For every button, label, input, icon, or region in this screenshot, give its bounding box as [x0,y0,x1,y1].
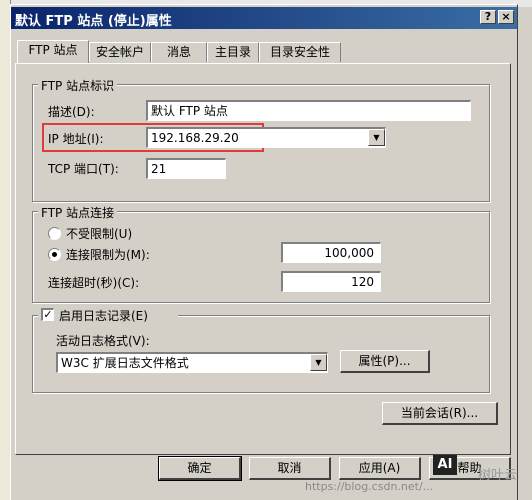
ip-address-label: IP 地址(I): [48,132,104,146]
tab-home-directory[interactable]: 主目录 [207,42,259,62]
connection-limit-input[interactable]: 100,000 [281,242,381,263]
logging-legend: ✓ 启用日志记录(E) [38,307,178,323]
limited-radio[interactable] [48,248,61,261]
unlimited-label[interactable]: 不受限制(U) [66,225,132,242]
description-input[interactable]: 默认 FTP 站点 [146,100,471,121]
title-bar[interactable]: 默认 FTP 站点 (停止)属性 ? × [11,7,517,29]
tab-security-accounts[interactable]: 安全帐户 [89,42,151,62]
apply-button[interactable]: 应用(A) [339,457,421,480]
help-title-button[interactable]: ? [480,10,496,24]
site-connection-legend: FTP 站点连接 [38,204,118,221]
cancel-button[interactable]: 取消 [249,457,331,480]
logging-enable-label[interactable]: 启用日志记录(E) [59,307,148,324]
log-format-value: W3C 扩展日志文件格式 [61,356,189,370]
log-format-label: 活动日志格式(V): [56,334,150,348]
tab-directory-security[interactable]: 目录安全性 [259,42,341,62]
chevron-down-icon[interactable]: ▼ [368,129,385,146]
tcp-port-label: TCP 端口(T): [48,162,119,176]
unlimited-radio[interactable] [48,227,61,240]
connection-timeout-input[interactable]: 120 [281,271,381,292]
dialog-title: 默认 FTP 站点 (停止)属性 [15,14,172,29]
tcp-port-input[interactable]: 21 [146,158,226,179]
tab-ftp-site[interactable]: FTP 站点 [17,40,89,63]
description-label: 描述(D): [48,105,95,119]
close-title-button[interactable]: × [498,10,514,24]
chevron-down-icon[interactable]: ▼ [310,354,327,371]
log-properties-button[interactable]: 属性(P)... [340,350,430,373]
watermark-side-text: 树叶云 [478,468,518,483]
limited-label[interactable]: 连接限制为(M): [66,246,150,263]
current-sessions-button[interactable]: 当前会话(R)... [382,402,498,425]
tab-messages[interactable]: 消息 [151,42,207,62]
ip-address-value: 192.168.29.20 [151,131,239,145]
logging-checkbox[interactable]: ✓ [41,308,54,321]
ip-address-dropdown[interactable]: 192.168.29.20 ▼ [146,127,386,148]
connection-timeout-label: 连接超时(秒)(C): [48,276,140,290]
radio-selected-dot [52,252,57,257]
tab-panel-ftp-site: FTP 站点标识 描述(D): 默认 FTP 站点 IP 地址(I): 192.… [15,63,511,455]
site-identification-legend: FTP 站点标识 [38,77,118,94]
properties-dialog: 默认 FTP 站点 (停止)属性 ? × FTP 站点 安全帐户 消息 主目录 … [10,4,518,500]
watermark-url: https://blog.csdn.net/... [305,480,434,493]
watermark-logo: AI [433,455,457,475]
log-format-dropdown[interactable]: W3C 扩展日志文件格式 ▼ [56,352,328,373]
ok-button[interactable]: 确定 [158,456,242,481]
